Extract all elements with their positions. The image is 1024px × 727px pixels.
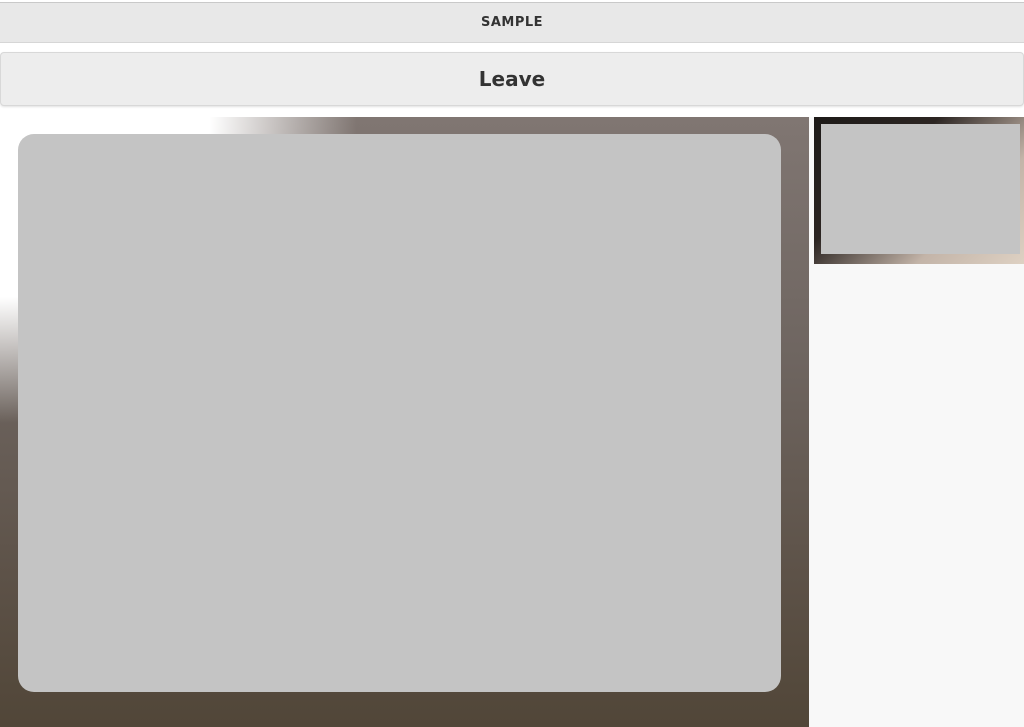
leave-button[interactable]: Leave: [0, 52, 1024, 106]
main-video-placeholder: [18, 134, 781, 692]
app-window: SAMPLE Leave: [0, 0, 1024, 727]
leave-button-label: Leave: [478, 67, 546, 91]
title-bar: SAMPLE: [0, 2, 1024, 43]
participant-thumbnail[interactable]: [814, 117, 1024, 264]
thumbnail-video-placeholder: [821, 124, 1020, 254]
main-video-stream: [0, 117, 809, 727]
page-title: SAMPLE: [480, 15, 544, 30]
participant-sidebar: [809, 117, 1024, 727]
